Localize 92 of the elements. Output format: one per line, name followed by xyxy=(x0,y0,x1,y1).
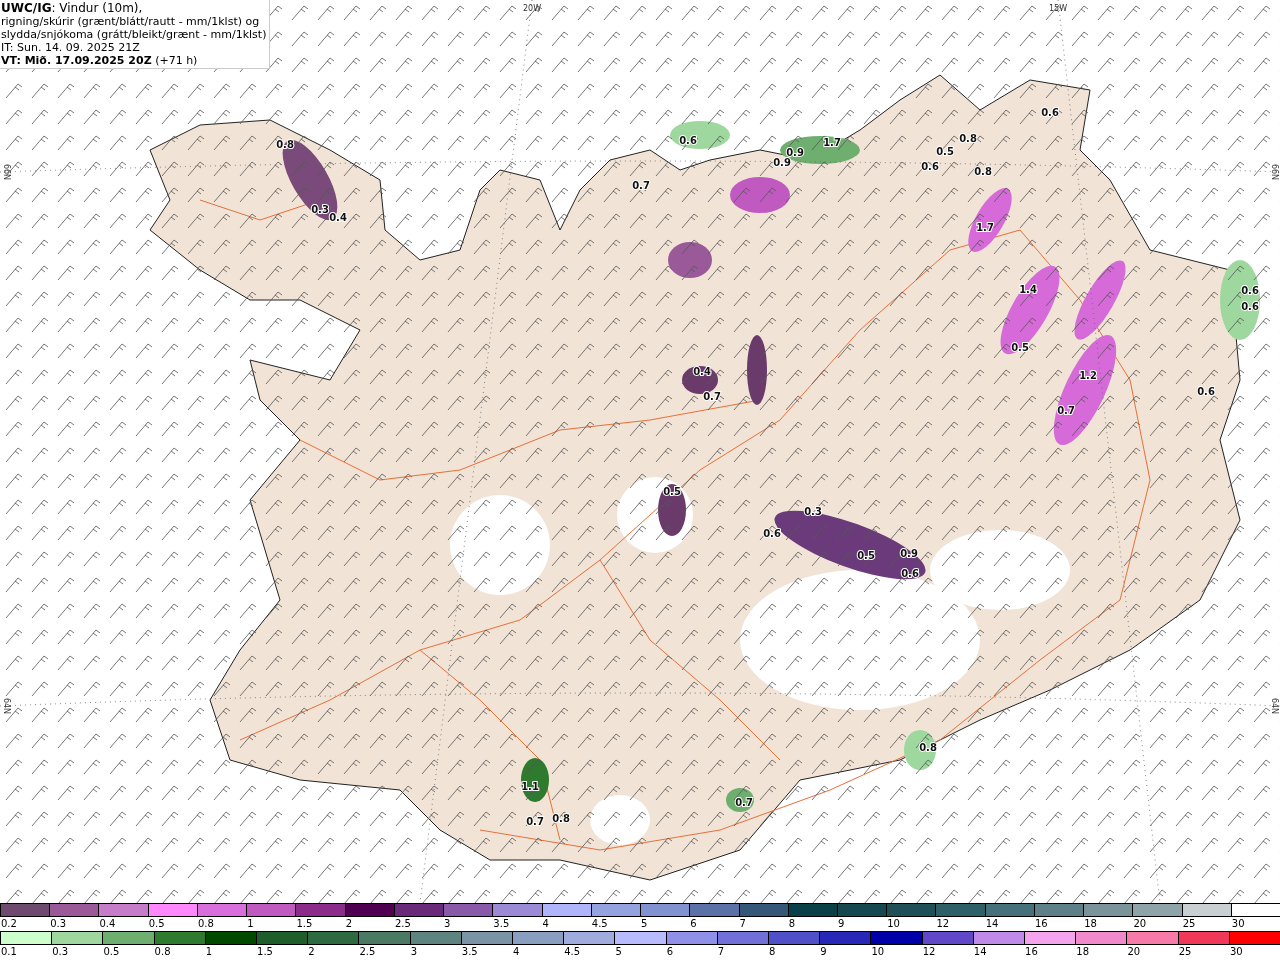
precipitation-value: 0.8 xyxy=(959,133,977,144)
scale-value: 4 xyxy=(541,917,550,930)
scale-value: 6 xyxy=(689,917,698,930)
scale-value: 2.5 xyxy=(358,945,377,958)
scale-value: 25 xyxy=(1177,945,1193,958)
precipitation-value: 0.6 xyxy=(921,161,939,172)
precipitation-value: 0.6 xyxy=(1241,285,1259,296)
scale-value: 14 xyxy=(984,917,1000,930)
precipitation-value: 0.3 xyxy=(311,204,329,215)
grid-label: 64N xyxy=(1269,697,1279,715)
precipitation-value: 0.6 xyxy=(679,135,697,146)
scale-value: 7 xyxy=(716,945,726,958)
scale-value: 3 xyxy=(443,917,452,930)
precipitation-value: 0.7 xyxy=(632,180,650,191)
scale-value: 0.5 xyxy=(102,945,121,958)
scale-value: 12 xyxy=(921,945,937,958)
scale-value: 12 xyxy=(935,917,951,930)
scale-value: 14 xyxy=(972,945,988,958)
scale-value: 1 xyxy=(246,917,255,930)
scale-value: 0.3 xyxy=(49,917,68,930)
scale-value: 9 xyxy=(819,945,828,958)
precipitation-value: 0.6 xyxy=(763,528,781,539)
scale-value: 18 xyxy=(1083,917,1098,930)
precipitation-value: 1.7 xyxy=(823,137,841,148)
precipitation-value: 0.7 xyxy=(735,797,753,808)
precipitation-value: 0.6 xyxy=(1041,107,1059,118)
scale-value: 20 xyxy=(1126,945,1142,958)
scale-value: 0.3 xyxy=(51,945,70,958)
precipitation-value: 0.9 xyxy=(773,157,791,168)
grid-label: 15W xyxy=(1048,3,1068,13)
scale-value: 0.8 xyxy=(196,917,215,930)
scale-value: 2 xyxy=(344,917,353,930)
scale-value: 2.5 xyxy=(393,917,412,930)
header-text: IT: Sun. 14. 09. 2025 21Z xyxy=(1,41,141,54)
precipitation-value: 1.2 xyxy=(1079,370,1097,381)
precipitation-value: 0.7 xyxy=(526,816,544,827)
precipitation-value: 1.1 xyxy=(521,781,539,792)
scale-value: 1 xyxy=(204,945,214,958)
grid-label: 64N xyxy=(1,697,11,715)
grid-label: 20W xyxy=(522,3,542,13)
scale-value: 3.5 xyxy=(492,917,511,930)
precipitation-value: 0.6 xyxy=(901,568,919,579)
scale-value: 7 xyxy=(738,917,747,930)
precipitation-value: 0.8 xyxy=(974,166,992,177)
precipitation-value: 0.7 xyxy=(703,391,721,402)
scale-value: 3 xyxy=(409,945,418,958)
scale-value: 0.5 xyxy=(147,917,166,930)
scale-value: 3.5 xyxy=(460,945,479,958)
scale-value: 0.2 xyxy=(0,917,18,930)
precipitation-value: 0.6 xyxy=(1241,301,1259,312)
scale-value: 1.5 xyxy=(256,945,274,958)
precipitation-value: 0.4 xyxy=(693,366,711,377)
scale-value: 30 xyxy=(1230,917,1246,930)
header-text: slydda/snjókoma (grátt/bleikt/grænt - mm/1klst) xyxy=(1,28,267,41)
precipitation-value: 1.7 xyxy=(976,222,994,233)
precipitation-value: 0.4 xyxy=(329,212,347,223)
scale-value: 6 xyxy=(665,945,674,958)
scale-value: 8 xyxy=(787,917,797,930)
grid-label: 66N xyxy=(1269,163,1279,181)
scale-value: 4.5 xyxy=(590,917,609,930)
scale-value: 16 xyxy=(1033,917,1049,930)
precipitation-value: 0.8 xyxy=(919,742,937,753)
scale-value: 8 xyxy=(768,945,777,958)
scale-value: 30 xyxy=(1228,945,1244,958)
scale-value: 10 xyxy=(870,945,886,958)
scale-value: 4.5 xyxy=(563,945,582,958)
grid-label: 66N xyxy=(1,163,11,181)
scale-value: 5 xyxy=(614,945,623,958)
precipitation-value: 0.5 xyxy=(857,550,875,561)
scale-value: 18 xyxy=(1075,945,1090,958)
scale-value: 16 xyxy=(1024,945,1039,958)
header-text: rigning/skúrir (grænt/blátt/rautt - mm/1klst) og xyxy=(1,15,261,28)
scale-value: 1.5 xyxy=(295,917,314,930)
scale-value: 10 xyxy=(886,917,901,930)
header-text: UWC/IG: Vindur (10m), xyxy=(1,2,144,15)
precipitation-value: 0.5 xyxy=(936,146,954,157)
precipitation-value: 0.7 xyxy=(1057,405,1075,416)
scale-value: 9 xyxy=(837,917,846,930)
scale-value: 20 xyxy=(1132,917,1148,930)
precipitation-value: 0.5 xyxy=(663,486,681,497)
scale-value: 25 xyxy=(1181,917,1197,930)
scale-value: 4 xyxy=(512,945,521,958)
scale-value: 2 xyxy=(307,945,316,958)
scale-value: 5 xyxy=(640,917,649,930)
scale-value: 0.4 xyxy=(98,917,117,930)
scale-value: 0.8 xyxy=(153,945,172,958)
scale-value: 0.1 xyxy=(0,945,18,958)
precipitation-value: 0.9 xyxy=(786,147,804,158)
precipitation-value: 1.4 xyxy=(1019,284,1037,295)
precipitation-value: 0.8 xyxy=(552,813,570,824)
precipitation-value: 0.6 xyxy=(1197,386,1215,397)
header-text: VT: Mið. 17.09.2025 20Z (+71 h) xyxy=(1,54,199,67)
